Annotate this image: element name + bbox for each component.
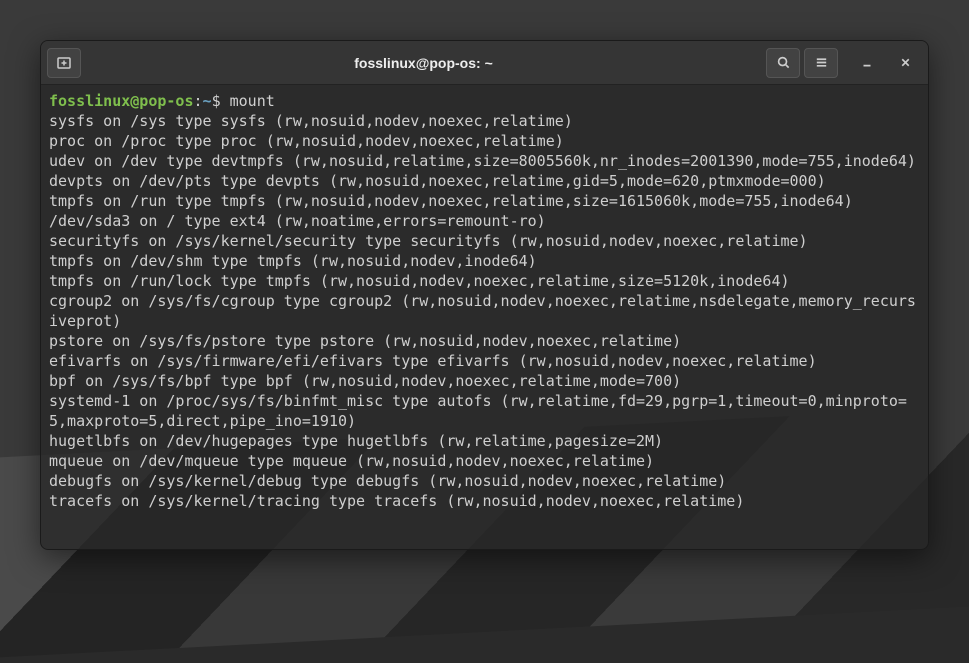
prompt-line: fosslinux@pop-os:~$ mount: [49, 91, 920, 111]
close-button[interactable]: [888, 48, 922, 78]
output-line: securityfs on /sys/kernel/security type …: [49, 231, 920, 251]
command-text: mount: [230, 92, 275, 110]
search-icon: [776, 55, 791, 70]
output-line: tmpfs on /dev/shm type tmpfs (rw,nosuid,…: [49, 251, 920, 271]
output-line: tmpfs on /run type tmpfs (rw,nosuid,node…: [49, 191, 920, 211]
output-line: devpts on /dev/pts type devpts (rw,nosui…: [49, 171, 920, 191]
output-line: sysfs on /sys type sysfs (rw,nosuid,node…: [49, 111, 920, 131]
output-line: proc on /proc type proc (rw,nosuid,nodev…: [49, 131, 920, 151]
window-title: fosslinux@pop-os: ~: [85, 55, 762, 71]
output-line: cgroup2 on /sys/fs/cgroup type cgroup2 (…: [49, 291, 920, 331]
minimize-button[interactable]: [850, 48, 884, 78]
output-line: efivarfs on /sys/firmware/efi/efivars ty…: [49, 351, 920, 371]
new-tab-button[interactable]: [47, 48, 81, 78]
output-line: /dev/sda3 on / type ext4 (rw,noatime,err…: [49, 211, 920, 231]
output-line: tracefs on /sys/kernel/tracing type trac…: [49, 491, 920, 511]
close-icon: [899, 56, 912, 69]
new-tab-icon: [56, 55, 72, 71]
prompt-symbol: $: [212, 92, 230, 110]
output-line: mqueue on /dev/mqueue type mqueue (rw,no…: [49, 451, 920, 471]
hamburger-icon: [814, 55, 829, 70]
output-line: tmpfs on /run/lock type tmpfs (rw,nosuid…: [49, 271, 920, 291]
prompt-path: ~: [203, 92, 212, 110]
output-line: debugfs on /sys/kernel/debug type debugf…: [49, 471, 920, 491]
search-button[interactable]: [766, 48, 800, 78]
output-line: bpf on /sys/fs/bpf type bpf (rw,nosuid,n…: [49, 371, 920, 391]
minimize-icon: [860, 56, 874, 70]
output-line: pstore on /sys/fs/pstore type pstore (rw…: [49, 331, 920, 351]
terminal-window: fosslinux@pop-os: ~: [40, 40, 929, 550]
titlebar: fosslinux@pop-os: ~: [41, 41, 928, 85]
prompt-user-host: fosslinux@pop-os: [49, 92, 194, 110]
output-line: systemd-1 on /proc/sys/fs/binfmt_misc ty…: [49, 391, 920, 431]
prompt-separator: :: [194, 92, 203, 110]
terminal-body[interactable]: fosslinux@pop-os:~$ mountsysfs on /sys t…: [41, 85, 928, 549]
output-line: udev on /dev type devtmpfs (rw,nosuid,re…: [49, 151, 920, 171]
output-line: hugetlbfs on /dev/hugepages type hugetlb…: [49, 431, 920, 451]
menu-button[interactable]: [804, 48, 838, 78]
